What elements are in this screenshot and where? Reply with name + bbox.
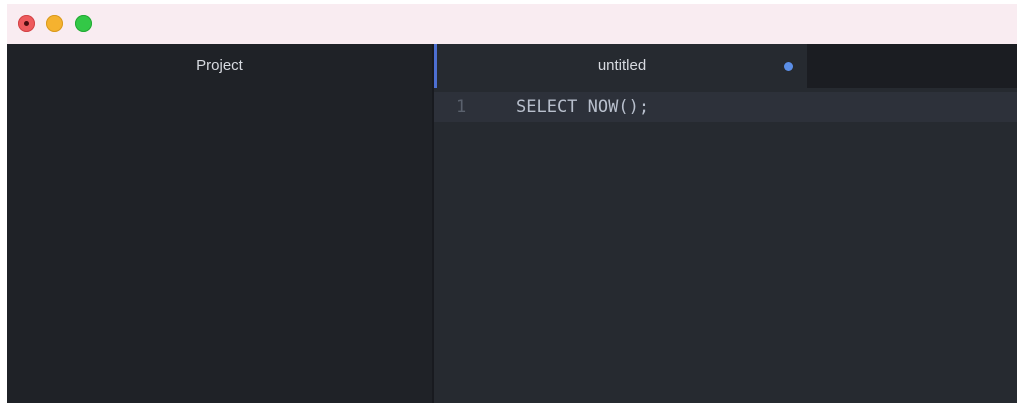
tab-bar: untitled [434, 44, 1017, 88]
close-window-button[interactable] [18, 15, 35, 32]
code-line[interactable]: 1 SELECT NOW(); [434, 92, 1017, 122]
line-number: 1 [456, 97, 467, 117]
title-bar[interactable] [7, 4, 1017, 44]
editor-pane: untitled 1 SELECT NOW(); [434, 44, 1017, 403]
zoom-window-button[interactable] [75, 15, 92, 32]
code-line-text[interactable]: SELECT NOW(); [516, 92, 649, 122]
app-window: Project untitled 1 SELECT NOW(); [7, 4, 1017, 403]
project-panel-title: Project [196, 57, 243, 74]
minimize-window-button[interactable] [46, 15, 63, 32]
modified-indicator-icon[interactable] [784, 62, 793, 71]
tab-title: untitled [597, 57, 647, 74]
project-panel: Project [7, 44, 432, 403]
code-editor[interactable]: 1 SELECT NOW(); [434, 88, 1017, 403]
tab-untitled[interactable]: untitled [434, 44, 807, 88]
